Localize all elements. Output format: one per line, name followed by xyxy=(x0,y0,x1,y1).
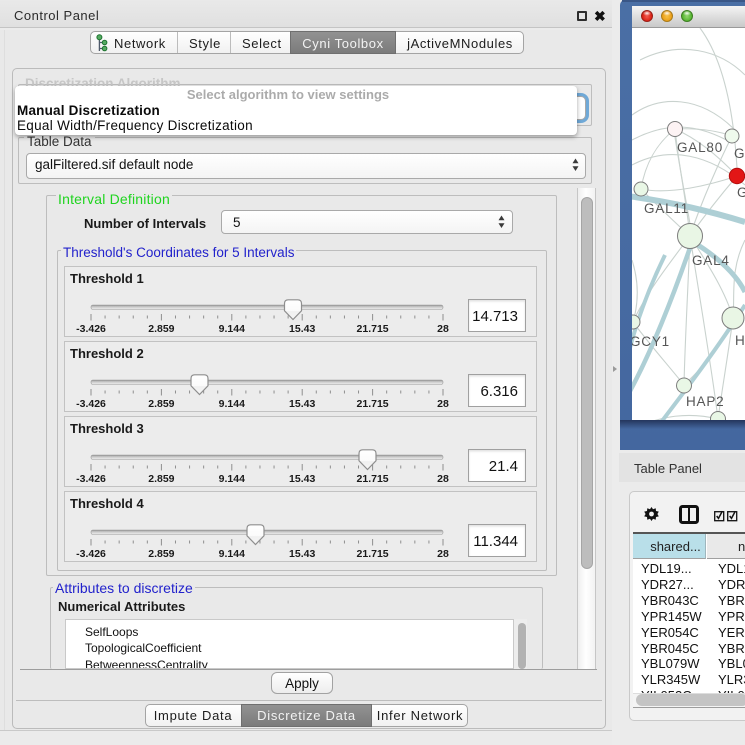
svg-text:GA: GA xyxy=(734,146,745,161)
svg-text:GAL4: GAL4 xyxy=(692,253,730,268)
svg-text:28: 28 xyxy=(437,473,449,485)
svg-text:2.859: 2.859 xyxy=(148,548,174,560)
svg-text:-3.426: -3.426 xyxy=(76,548,106,560)
svg-text:GAL11: GAL11 xyxy=(644,201,689,216)
svg-text:-3.426: -3.426 xyxy=(76,398,106,410)
svg-text:21.715: 21.715 xyxy=(357,398,389,410)
svg-text:GCY1: GCY1 xyxy=(632,334,670,349)
svg-text:HAP2: HAP2 xyxy=(686,394,724,409)
svg-text:28: 28 xyxy=(437,548,449,560)
svg-text:-3.426: -3.426 xyxy=(76,473,106,485)
svg-text:2.859: 2.859 xyxy=(148,323,174,335)
svg-text:9.144: 9.144 xyxy=(219,548,245,560)
svg-text:28: 28 xyxy=(437,323,449,335)
svg-text:9.144: 9.144 xyxy=(219,473,245,485)
svg-text:-3.426: -3.426 xyxy=(76,323,106,335)
svg-text:9.144: 9.144 xyxy=(219,323,245,335)
svg-text:9.144: 9.144 xyxy=(219,398,245,410)
svg-text:GA: GA xyxy=(737,185,745,200)
svg-text:21.715: 21.715 xyxy=(357,323,389,335)
svg-text:2.859: 2.859 xyxy=(148,473,174,485)
svg-text:15.43: 15.43 xyxy=(289,398,315,410)
svg-text:GAL80: GAL80 xyxy=(677,140,723,155)
svg-text:15.43: 15.43 xyxy=(289,323,315,335)
svg-text:15.43: 15.43 xyxy=(289,548,315,560)
svg-text:2.859: 2.859 xyxy=(148,398,174,410)
svg-text:21.715: 21.715 xyxy=(357,473,389,485)
svg-text:28: 28 xyxy=(437,398,449,410)
svg-text:15.43: 15.43 xyxy=(289,473,315,485)
svg-text:HI: HI xyxy=(735,333,745,348)
svg-text:21.715: 21.715 xyxy=(357,548,389,560)
